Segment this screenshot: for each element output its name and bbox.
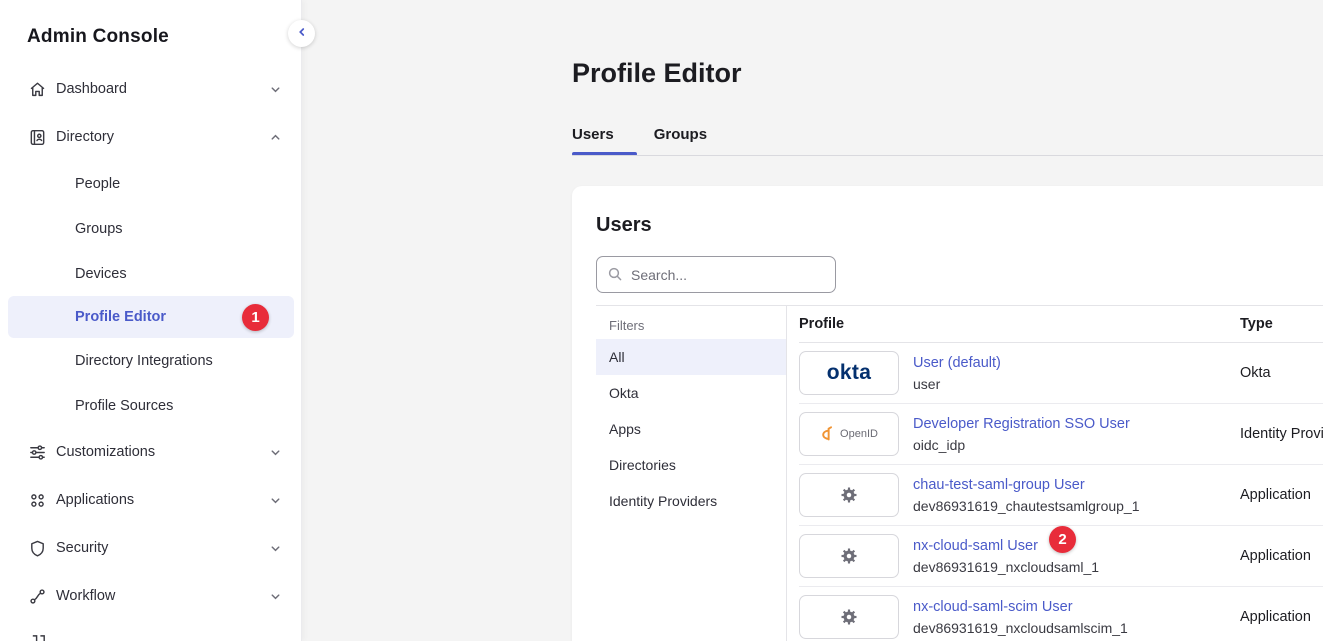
search-input[interactable] <box>596 256 836 293</box>
filter-apps[interactable]: Apps <box>596 411 786 447</box>
column-header-type: Type <box>1240 316 1323 332</box>
shield-icon <box>27 538 47 558</box>
table-row: OpenID Developer Registration SSO User o… <box>799 404 1323 465</box>
profile-subtitle: dev86931619_nxcloudsamlscim_1 <box>913 620 1128 636</box>
profiles-table: Profile Type okta User (default) user <box>787 306 1323 641</box>
sliders-icon <box>27 442 47 462</box>
filter-identity-providers[interactable]: Identity Providers <box>596 483 786 519</box>
sidebar-item-groups[interactable]: Groups <box>0 206 302 251</box>
filter-all[interactable]: All <box>596 339 786 375</box>
sidebar-item-label: Devices <box>75 266 127 282</box>
chevron-down-icon <box>268 445 282 459</box>
profile-cell: OpenID Developer Registration SSO User o… <box>799 412 1240 456</box>
column-header-profile: Profile <box>799 316 1240 332</box>
sidebar-item-label: Security <box>56 540 268 556</box>
table-row: chau-test-saml-group User dev86931619_ch… <box>799 465 1323 526</box>
sidebar-item-security[interactable]: Security <box>0 524 302 572</box>
table-row: okta User (default) user Okta <box>799 343 1323 404</box>
sidebar-item-dashboard[interactable]: Dashboard <box>0 65 302 113</box>
sidebar-item-workflow[interactable]: Workflow <box>0 572 302 620</box>
sidebar-item-applications[interactable]: Applications <box>0 476 302 524</box>
gear-icon <box>799 473 899 517</box>
type-cell: Application <box>1240 548 1323 564</box>
sidebar-item-label: Customizations <box>56 444 268 460</box>
openid-logo: OpenID <box>799 412 899 456</box>
table-row: nx-cloud-saml-scim User dev86931619_nxcl… <box>799 587 1323 641</box>
chevron-left-icon <box>296 26 308 41</box>
sidebar-item-label: Applications <box>56 492 268 508</box>
profile-cell: chau-test-saml-group User dev86931619_ch… <box>799 473 1240 517</box>
users-panel: Users Filters All Okta Apps Directories … <box>572 186 1323 641</box>
sidebar-item-label: Workflow <box>56 588 268 604</box>
profile-link[interactable]: chau-test-saml-group User <box>913 477 1140 493</box>
sidebar-item-directory[interactable]: Directory <box>0 113 302 161</box>
filter-okta[interactable]: Okta <box>596 375 786 411</box>
filters-label: Filters <box>596 312 786 339</box>
home-icon <box>27 79 47 99</box>
okta-logo: okta <box>799 351 899 395</box>
sidebar-collapse-button[interactable] <box>288 20 315 47</box>
annotation-badge-2: 2 <box>1049 526 1076 553</box>
sidebar-item-label: Groups <box>75 221 123 237</box>
chevron-down-icon <box>268 82 282 96</box>
type-cell: Okta <box>1240 365 1323 381</box>
profile-link[interactable]: nx-cloud-saml-scim User <box>913 599 1128 615</box>
search-box <box>596 256 836 293</box>
chevron-down-icon <box>268 589 282 603</box>
users-panel-title: Users <box>596 214 1323 237</box>
sidebar-item-profile-sources[interactable]: Profile Sources <box>0 383 302 428</box>
profile-cell: nx-cloud-saml User dev86931619_nxcloudsa… <box>799 534 1240 578</box>
sidebar-item-customizations[interactable]: Customizations <box>0 428 302 476</box>
sidebar-item-label: Dashboard <box>56 81 268 97</box>
main-content: Profile Editor Users Groups Users Filter… <box>302 0 1323 641</box>
type-cell: Application <box>1240 487 1323 503</box>
users-panel-body: Filters All Okta Apps Directories Identi… <box>596 305 1323 641</box>
profile-link[interactable]: User (default) <box>913 355 1001 371</box>
sidebar-item-directory-integrations[interactable]: Directory Integrations <box>0 338 302 383</box>
sidebar-item-label: People <box>75 176 120 192</box>
profile-cell: nx-cloud-saml-scim User dev86931619_nxcl… <box>799 595 1240 639</box>
sidebar-item-people[interactable]: People <box>0 161 302 206</box>
profile-subtitle: dev86931619_nxcloudsaml_1 <box>913 559 1099 575</box>
chevron-up-icon <box>268 130 282 144</box>
chevron-down-icon <box>268 493 282 507</box>
reports-icon <box>29 633 48 641</box>
sidebar-item-devices[interactable]: Devices <box>0 251 302 296</box>
search-icon <box>607 266 623 287</box>
profile-subtitle: user <box>913 376 1001 392</box>
gear-icon <box>799 534 899 578</box>
page-title: Profile Editor <box>572 58 742 89</box>
app-title: Admin Console <box>27 26 169 48</box>
directory-icon <box>27 127 47 147</box>
annotation-badge-1: 1 <box>242 304 269 331</box>
filters-column: Filters All Okta Apps Directories Identi… <box>596 306 787 641</box>
apps-grid-icon <box>27 490 47 510</box>
gear-icon <box>799 595 899 639</box>
type-cell: Identity Provider <box>1240 426 1323 442</box>
sidebar-nav: Dashboard Directory People Groups Device… <box>0 65 302 620</box>
sidebar-item-label: Profile Editor <box>75 309 166 325</box>
type-cell: Application <box>1240 609 1323 625</box>
tab-bar-divider <box>572 155 1323 156</box>
profile-subtitle: oidc_idp <box>913 437 1130 453</box>
workflow-icon <box>27 586 47 606</box>
sidebar-item-label: Directory <box>56 129 268 145</box>
profile-subtitle: dev86931619_chautestsamlgroup_1 <box>913 498 1140 514</box>
profile-cell: okta User (default) user <box>799 351 1240 395</box>
filter-directories[interactable]: Directories <box>596 447 786 483</box>
chevron-down-icon <box>268 541 282 555</box>
sidebar-item-label: Directory Integrations <box>75 353 213 369</box>
sidebar-item-label: Profile Sources <box>75 398 173 414</box>
table-header: Profile Type <box>799 306 1323 343</box>
profile-link[interactable]: Developer Registration SSO User <box>913 416 1130 432</box>
openid-glyph-icon <box>820 425 836 443</box>
